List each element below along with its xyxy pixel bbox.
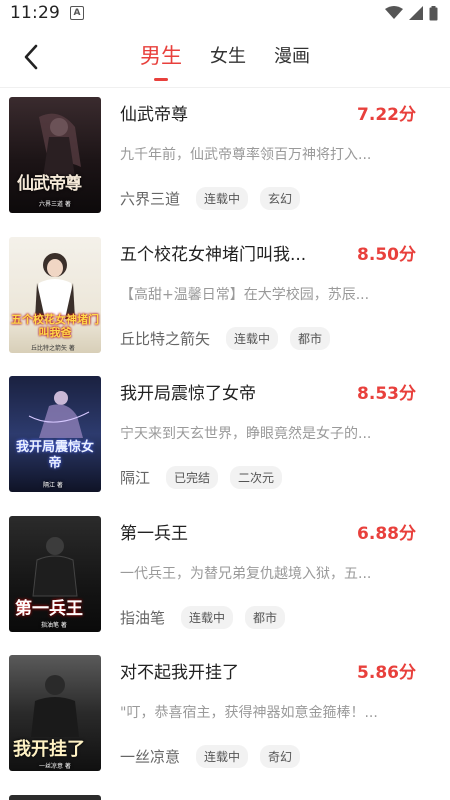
book-meta: 丘比特之箭矢 连载中 都市	[120, 326, 342, 350]
book-meta: 一丝凉意 连载中 奇幻	[120, 745, 312, 768]
book-cover[interactable]	[9, 794, 101, 800]
book-score: 8.50分	[357, 244, 416, 265]
book-cover[interactable]: 第一兵王 指油笔 著	[9, 515, 101, 632]
book-title: 我开局震惊了女帝	[120, 384, 256, 404]
genre-badge: 玄幻	[260, 187, 301, 210]
status-badge: 连载中	[226, 326, 279, 350]
book-title: 对不起我开挂了	[120, 663, 239, 683]
cover-title: 我开局震惊女帝	[15, 440, 94, 471]
list-item[interactable]: 我开挂了 一丝凉意 著 对不起我开挂了 5.86分 "叮，恭喜宿主，获得神器如意…	[0, 646, 450, 786]
book-description: 【高甜+温馨日常】在大学校园，苏辰...	[120, 286, 370, 303]
genre-badge: 二次元	[230, 466, 283, 489]
tab-comics-label: 漫画	[274, 46, 310, 67]
book-description: 一代兵王，为替兄弟复仇越境入狱，五...	[120, 565, 372, 582]
genre-badge: 都市	[290, 326, 331, 350]
cover-title: 第一兵王	[15, 598, 83, 619]
cover-author: 丘比特之箭矢 著	[31, 344, 75, 352]
book-cover[interactable]: 我开挂了 一丝凉意 著	[9, 655, 101, 771]
status-time: 11:29	[10, 3, 60, 23]
cover-title: 我开挂了	[13, 739, 85, 760]
book-title: 五个校花女神堵门叫我...	[120, 244, 307, 265]
book-score: 5.86分	[357, 663, 416, 683]
genre-badge: 奇幻	[260, 745, 301, 768]
back-button[interactable]	[16, 42, 46, 72]
book-title: 第一兵王	[120, 523, 188, 544]
chevron-left-icon	[24, 44, 38, 70]
status-badge: 连载中	[181, 605, 234, 629]
cover-author: 六界三道 著	[39, 201, 71, 208]
active-tab-indicator	[154, 78, 168, 81]
list-item[interactable]: 仙武帝尊 六界三道 著 仙武帝尊 7.22分 九千年前，仙武帝尊率领百万神将打入…	[0, 88, 450, 228]
status-badge: 连载中	[196, 745, 249, 768]
cover-author: 一丝凉意 著	[39, 763, 71, 770]
status-badge: 已完结	[166, 466, 219, 489]
book-meta: 指油笔 连载中 都市	[120, 605, 297, 629]
notification-a-icon: A	[70, 6, 84, 20]
battery-icon	[429, 5, 438, 20]
list-item[interactable]: 我开局震惊女帝 隔江 著 我开局震惊了女帝 8.53分 宁天来到天玄世界，睁眼竟…	[0, 367, 450, 507]
list-item[interactable]	[0, 786, 450, 800]
book-cover[interactable]: 五个校花女神堵门叫我爸 丘比特之箭矢 著	[9, 236, 101, 353]
cover-title: 仙武帝尊	[17, 174, 82, 194]
cover-art	[9, 376, 101, 492]
book-author: 丘比特之箭矢	[120, 329, 211, 348]
genre-badge: 都市	[245, 605, 286, 629]
book-author: 隔江	[120, 469, 151, 487]
wifi-icon	[385, 6, 403, 19]
cover-author: 隔江 著	[43, 482, 63, 489]
book-author: 一丝凉意	[120, 748, 181, 766]
signal-icon	[409, 6, 423, 20]
tab-male[interactable]: 男生	[140, 40, 182, 81]
book-title: 仙武帝尊	[120, 105, 188, 125]
cover-art	[9, 97, 101, 213]
book-cover[interactable]: 我开局震惊女帝 隔江 著	[9, 376, 101, 492]
book-cover[interactable]: 仙武帝尊 六界三道 著	[9, 97, 101, 213]
book-description: 宁天来到天玄世界，睁眼竟然是女子的...	[120, 426, 372, 442]
book-score: 8.53分	[357, 384, 416, 404]
book-author: 指油笔	[120, 608, 166, 627]
tab-female-label: 女生	[210, 46, 246, 67]
book-meta: 六界三道 连载中 玄幻	[120, 187, 312, 210]
list-item[interactable]: 第一兵王 指油笔 著 第一兵王 6.88分 一代兵王，为替兄弟复仇越境入狱，五.…	[0, 507, 450, 647]
tab-male-label: 男生	[140, 44, 182, 68]
cover-author: 指油笔 著	[41, 621, 67, 629]
book-score: 7.22分	[357, 105, 416, 125]
book-meta: 隔江 已完结 二次元	[120, 466, 294, 489]
book-author: 六界三道	[120, 190, 181, 208]
top-navigation: 男生 女生 漫画	[0, 26, 450, 88]
cover-title: 五个校花女神堵门叫我爸	[11, 312, 99, 339]
book-description: 九千年前，仙武帝尊率领百万神将打入...	[120, 147, 372, 163]
book-score: 6.88分	[357, 523, 416, 544]
status-badge: 连载中	[196, 187, 249, 210]
status-bar: 11:29 A	[0, 0, 450, 26]
tab-female[interactable]: 女生	[210, 40, 246, 68]
tab-comics[interactable]: 漫画	[274, 40, 310, 68]
book-description: "叮，恭喜宿主，获得神器如意金箍棒！...	[120, 705, 378, 721]
category-tabs: 男生 女生 漫画	[140, 40, 338, 81]
book-list: 仙武帝尊 六界三道 著 仙武帝尊 7.22分 九千年前，仙武帝尊率领百万神将打入…	[0, 88, 450, 800]
status-icons	[385, 5, 438, 21]
list-item[interactable]: 五个校花女神堵门叫我爸 丘比特之箭矢 著 五个校花女神堵门叫我... 8.50分…	[0, 228, 450, 368]
